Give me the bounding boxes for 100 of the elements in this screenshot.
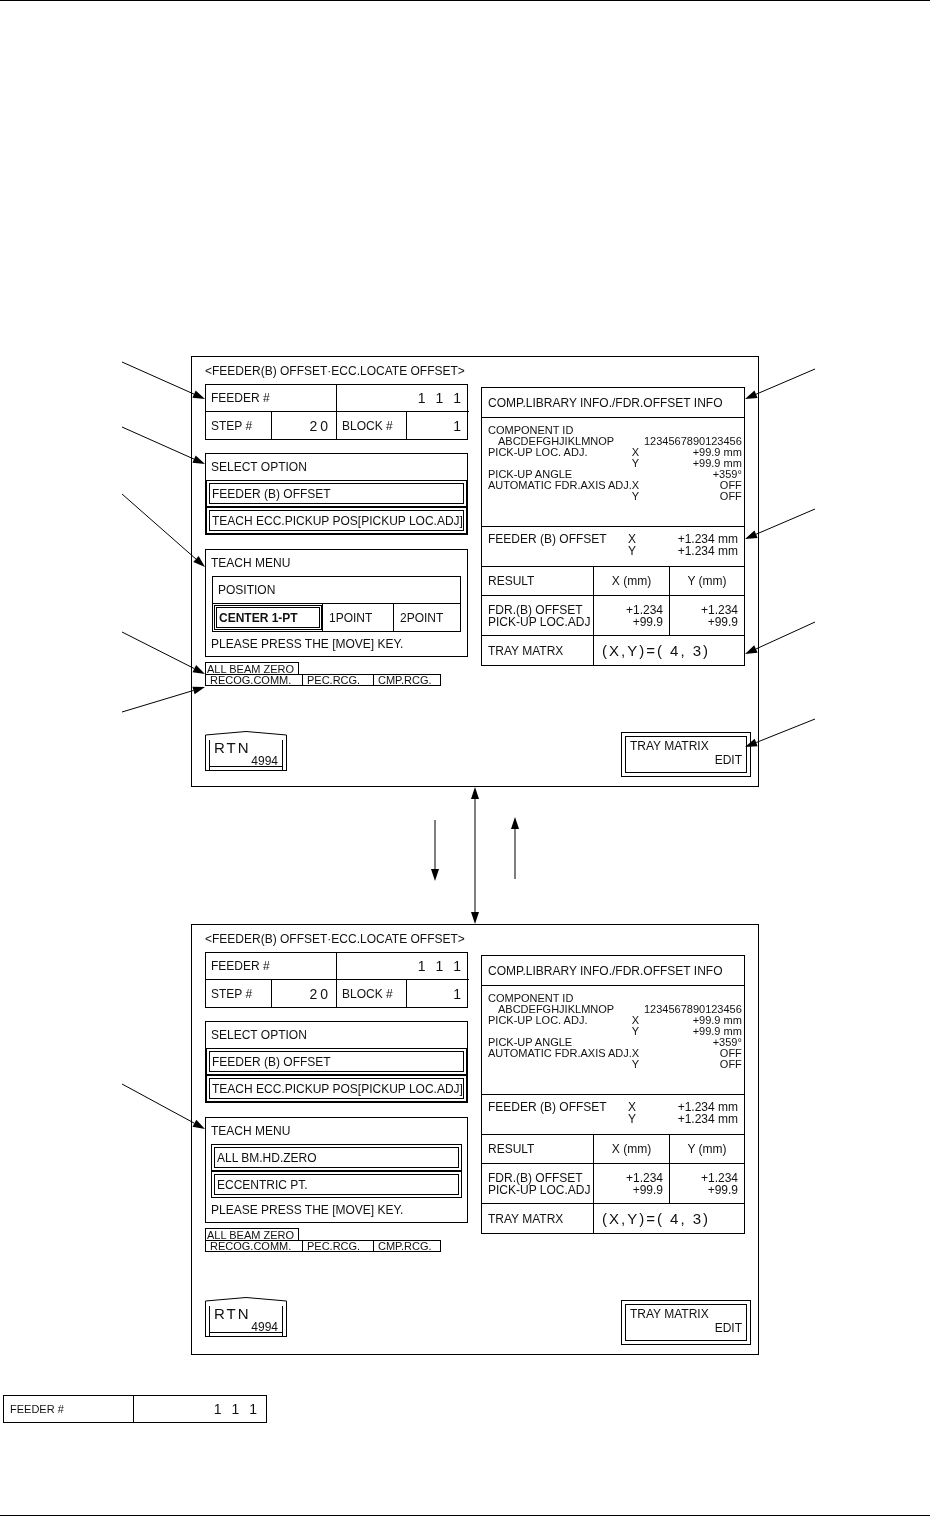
axis-label: X [631, 1048, 641, 1059]
info-label: PICK-UP ANGLE [488, 1037, 574, 1048]
info-value: +99.9 mm [691, 1026, 742, 1037]
info-value: +359° [711, 1037, 742, 1048]
info-value: +1.234 mm [676, 533, 738, 545]
table-cell-text: 1 [452, 416, 465, 436]
info-value: +1.234 mm [676, 1113, 738, 1125]
table-cell: 1 1 1 [337, 953, 469, 980]
teach-option-button[interactable]: ECCENTRIC PT. [211, 1171, 462, 1198]
info-value: +359° [711, 469, 742, 480]
roof-icon [205, 1297, 287, 1306]
table-header: RESULT [482, 1135, 594, 1164]
tray-matrix-button[interactable]: TRAY MATRIX EDIT [621, 732, 751, 777]
component-code: 1234567890123456 [642, 1004, 742, 1015]
info-value: +1.234 mm [676, 545, 738, 557]
info-label: PICK-UP LOC. ADJ. [488, 1015, 589, 1026]
info-value: +99.9 mm [691, 1015, 742, 1026]
recognition-tab[interactable]: CMP.RCG. [373, 674, 441, 686]
info-label: PICK-UP ANGLE [488, 469, 574, 480]
screen-title: <FEEDER(B) OFFSET·ECC.LOCATE OFFSET> [205, 363, 465, 380]
recognition-tab[interactable]: PEC.RCG. [302, 674, 374, 686]
axis-label: Y [631, 458, 641, 469]
table-cell: FDR.(B) OFFSET PICK-UP LOC.ADJ [482, 596, 594, 636]
table-cell: STEP # [206, 980, 272, 1007]
axis-label: Y [631, 491, 641, 502]
table-cell: 20 [272, 412, 337, 439]
table-cell-text: (X,Y)=( 4, 3) [601, 1209, 712, 1229]
option-button[interactable]: FEEDER (B) OFFSET [206, 1048, 467, 1075]
table-header: X (mm) [594, 1135, 670, 1164]
component-code: 1234567890123456 [642, 436, 742, 447]
table-cell: FEEDER # [206, 385, 337, 412]
panel-title: SELECT OPTION [211, 460, 307, 474]
recognition-tab[interactable]: CMP.RCG. [373, 1240, 441, 1252]
info-label: AUTOMATIC FDR.AXIS ADJ. [488, 480, 632, 491]
panel-title: TEACH MENU [211, 1124, 291, 1138]
info-value: OFF [718, 491, 742, 502]
info-label: COMPONENT ID [488, 993, 575, 1004]
table-cell: FEEDER # [4, 1396, 134, 1422]
table-cell: +1.234 +99.9 [594, 1164, 670, 1204]
info-label: AUTOMATIC FDR.AXIS ADJ. [488, 1048, 632, 1059]
table-cell: 20 [272, 980, 337, 1007]
screen-title: <FEEDER(B) OFFSET·ECC.LOCATE OFFSET> [205, 931, 465, 948]
axis-label: X [628, 533, 637, 545]
axis-label: X [631, 1015, 641, 1026]
table-cell: +1.234 +99.9 [594, 596, 670, 636]
table-cell: STEP # [206, 412, 272, 439]
panel-title: COMP.LIBRARY INFO./FDR.OFFSET INFO [488, 963, 723, 978]
prompt-message: PLEASE PRESS THE [MOVE] KEY. [210, 1202, 405, 1219]
beam-zero-tab[interactable]: ALL BEAM ZERO [205, 1228, 299, 1240]
recognition-tab[interactable]: RECOG.COMM. [205, 1240, 303, 1252]
up-arrow [511, 817, 519, 880]
table-cell: TRAY MATRX [482, 636, 594, 665]
table-cell-text: 1 [452, 984, 465, 1004]
table-header: Y (mm) [670, 567, 744, 596]
table-cell: FDR.(B) OFFSET PICK-UP LOC.ADJ [482, 1164, 594, 1204]
axis-label: X [631, 480, 641, 491]
table-cell-text: (X,Y)=( 4, 3) [601, 641, 712, 661]
table-cell-text: 1 1 1 [212, 1400, 261, 1419]
tray-matrix-button[interactable]: TRAY MATRIX EDIT [621, 1300, 751, 1345]
info-value: OFF [718, 1059, 742, 1070]
table-cell: BLOCK # [337, 412, 407, 439]
info-value: +1.234 mm [676, 1101, 738, 1113]
component-name: ABCDEFGHJIKLMNOP [497, 436, 616, 447]
axis-label: Y [631, 1059, 641, 1070]
prompt-message: PLEASE PRESS THE [MOVE] KEY. [210, 636, 405, 653]
position-option[interactable]: CENTER 1-PT [213, 604, 323, 631]
option-button[interactable]: TEACH ECC.PICKUP POS[PICKUP LOC.ADJ] [206, 507, 467, 534]
table-header: RESULT [482, 567, 594, 596]
panel-title: COMP.LIBRARY INFO./FDR.OFFSET INFO [488, 395, 723, 410]
recognition-tab[interactable]: PEC.RCG. [302, 1240, 374, 1252]
table-cell: FEEDER # [206, 953, 337, 980]
info-label: FEEDER (B) OFFSET [488, 1101, 608, 1113]
panel-title: TEACH MENU [211, 556, 291, 570]
recognition-tab[interactable]: RECOG.COMM. [205, 674, 303, 686]
info-value: OFF [718, 1048, 742, 1059]
table-header: Y (mm) [670, 1135, 744, 1164]
roof-icon [205, 731, 287, 740]
axis-label: X [631, 447, 641, 458]
info-value: OFF [718, 480, 742, 491]
component-name: ABCDEFGHJIKLMNOP [497, 1004, 616, 1015]
table-cell: +1.234 +99.9 [670, 1164, 744, 1204]
down-arrow [431, 819, 439, 881]
info-label: PICK-UP LOC. ADJ. [488, 447, 589, 458]
table-cell: TRAY MATRX [482, 1204, 594, 1233]
beam-zero-tab[interactable]: ALL BEAM ZERO [205, 662, 299, 674]
axis-label: Y [628, 1113, 637, 1125]
table-cell: +1.234 +99.9 [670, 596, 744, 636]
table-header: X (mm) [594, 567, 670, 596]
info-label: COMPONENT ID [488, 425, 575, 436]
axis-label: Y [631, 1026, 641, 1037]
teach-option-button[interactable]: ALL BM.HD.ZERO [211, 1144, 462, 1171]
table-cell: BLOCK # [337, 980, 407, 1007]
option-button[interactable]: TEACH ECC.PICKUP POS[PICKUP LOC.ADJ] [206, 1075, 467, 1102]
panel-title: SELECT OPTION [211, 1028, 307, 1042]
table-cell: 1 1 1 [337, 385, 469, 412]
axis-label: Y [628, 545, 637, 557]
info-value: +99.9 mm [691, 458, 742, 469]
option-button[interactable]: FEEDER (B) OFFSET [206, 480, 467, 507]
info-label: FEEDER (B) OFFSET [488, 533, 608, 545]
axis-label: X [628, 1101, 637, 1113]
